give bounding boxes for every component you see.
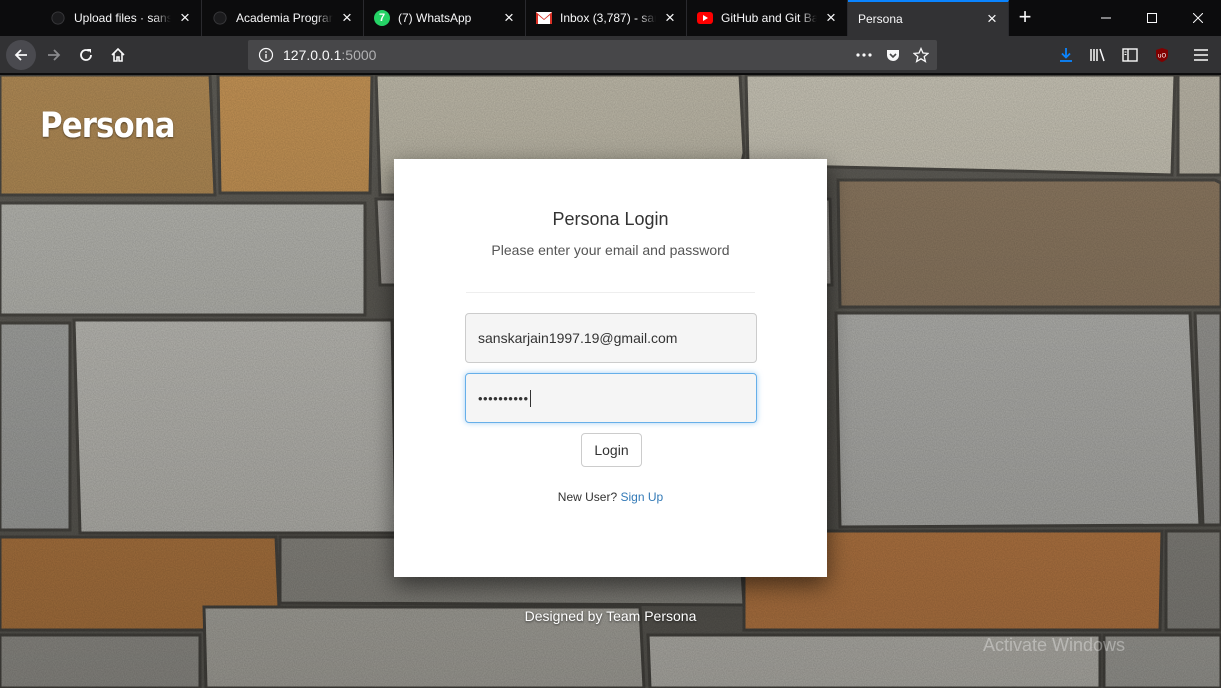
- close-tab-icon[interactable]: ×: [984, 10, 1000, 27]
- tab-title: Academia Programs: [236, 11, 333, 25]
- close-window-button[interactable]: [1175, 0, 1221, 36]
- reload-icon[interactable]: [71, 40, 101, 70]
- password-field[interactable]: ••••••••••: [465, 373, 757, 423]
- activate-windows-watermark: Activate Windows: [983, 635, 1126, 655]
- divider: [466, 292, 755, 293]
- home-icon[interactable]: [103, 40, 133, 70]
- github-icon: [212, 10, 228, 26]
- url-host: 127.0.0.1: [283, 47, 342, 63]
- login-card: Persona Login Please enter your email an…: [394, 159, 827, 577]
- close-tab-icon[interactable]: ×: [339, 9, 355, 26]
- tab-persona[interactable]: Persona ×: [848, 0, 1009, 36]
- browser-window: Upload files · sanskarjain1997 × Academi…: [0, 0, 1221, 688]
- close-tab-icon[interactable]: ×: [177, 9, 193, 26]
- url-port: :5000: [341, 47, 377, 63]
- info-icon[interactable]: [258, 47, 274, 63]
- tab-youtube[interactable]: GitHub and Git Basics ×: [687, 0, 848, 36]
- tab-title: (7) WhatsApp: [398, 11, 472, 25]
- address-bar[interactable]: 127.0.0.1:5000: [248, 40, 937, 70]
- login-subtitle: Please enter your email and password: [491, 242, 730, 258]
- ublock-icon[interactable]: uO: [1147, 40, 1177, 70]
- tab-whatsapp[interactable]: 7 (7) WhatsApp ×: [364, 0, 526, 36]
- tab-title: GitHub and Git Basics: [721, 11, 817, 25]
- new-user-label: New User?: [557, 490, 618, 504]
- new-user-prompt: New User? Sign Up: [394, 490, 827, 504]
- email-value: sanskarjain1997.19@gmail.com: [478, 330, 678, 346]
- new-tab-button[interactable]: +: [1013, 6, 1037, 30]
- password-value: ••••••••••: [478, 390, 529, 406]
- navigation-toolbar: 127.0.0.1:5000 uO: [0, 36, 1221, 74]
- login-title: Persona Login: [552, 209, 669, 229]
- login-button[interactable]: Login: [581, 433, 642, 467]
- tab-title: Persona: [858, 12, 903, 26]
- close-tab-icon[interactable]: ×: [823, 9, 839, 26]
- library-icon[interactable]: [1083, 40, 1113, 70]
- svg-text:uO: uO: [1158, 53, 1167, 60]
- tab-title: Inbox (3,787) - sanskarjain: [560, 11, 656, 25]
- email-field[interactable]: sanskarjain1997.19@gmail.com: [465, 313, 757, 363]
- brand-logo[interactable]: Persona: [40, 106, 176, 146]
- tab-gmail-inbox[interactable]: Inbox (3,787) - sanskarjain ×: [526, 0, 687, 36]
- youtube-icon: [697, 10, 713, 26]
- pocket-icon[interactable]: [882, 44, 904, 66]
- menu-icon[interactable]: [1186, 40, 1216, 70]
- github-icon: [50, 10, 66, 26]
- close-tab-icon[interactable]: ×: [501, 9, 517, 26]
- sign-up-link[interactable]: Sign Up: [621, 490, 664, 504]
- sidebar-icon[interactable]: [1115, 40, 1145, 70]
- page-actions-icon[interactable]: [853, 44, 875, 66]
- back-icon[interactable]: [6, 40, 36, 70]
- tab-upload-files[interactable]: Upload files · sanskarjain1997 ×: [40, 0, 202, 36]
- page-content: Persona Persona Login Please enter your …: [0, 75, 1221, 688]
- text-caret: [529, 389, 531, 407]
- download-icon[interactable]: [1051, 40, 1081, 70]
- gmail-icon: [536, 10, 552, 26]
- close-tab-icon[interactable]: ×: [662, 9, 678, 26]
- tab-academia-programs[interactable]: Academia Programs ×: [202, 0, 364, 36]
- tab-strip: Upload files · sanskarjain1997 × Academi…: [0, 0, 1221, 36]
- forward-icon[interactable]: [39, 40, 69, 70]
- bookmark-star-icon[interactable]: [910, 44, 932, 66]
- minimize-button[interactable]: [1083, 0, 1129, 36]
- footer-credit: Designed by Team Persona: [524, 608, 697, 624]
- tab-title: Upload files · sanskarjain1997: [74, 11, 171, 25]
- maximize-button[interactable]: [1129, 0, 1175, 36]
- whatsapp-icon: 7: [374, 10, 390, 26]
